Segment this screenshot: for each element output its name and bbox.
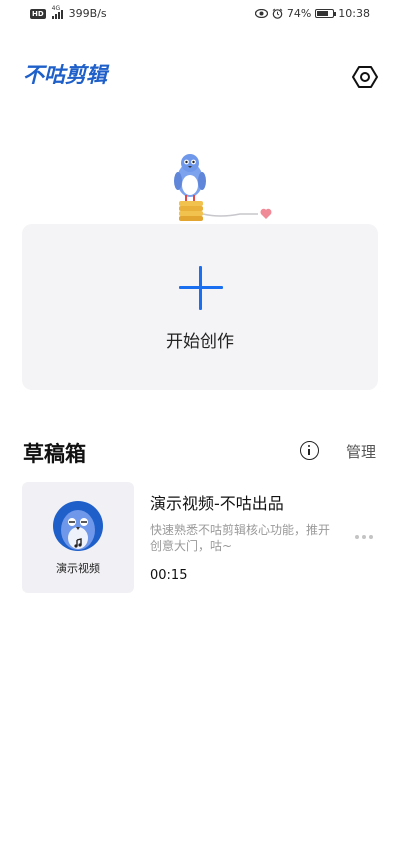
battery-percent: 74% xyxy=(286,7,312,20)
draft-title: 演示视频-不咕出品 xyxy=(150,494,284,513)
status-bar-right: 74% 10:38 xyxy=(254,7,370,20)
battery-icon xyxy=(315,9,337,18)
network-type: 4G xyxy=(51,4,61,12)
pigeon-mascot-illustration xyxy=(160,150,280,226)
status-bar: HD 4G 399B/s 74% 10:38 xyxy=(0,0,400,28)
start-create-label: 开始创作 xyxy=(166,332,234,352)
more-options-icon[interactable] xyxy=(355,532,377,542)
status-bar-left: HD 4G 399B/s xyxy=(30,5,107,20)
pigeon-avatar xyxy=(52,500,104,552)
plus-icon xyxy=(179,266,223,310)
eye-icon xyxy=(254,9,268,18)
network-speed: 399B/s xyxy=(68,7,107,20)
hd-badge: HD xyxy=(30,8,46,19)
draft-description: 快速熟悉不咕剪辑核心功能，推开创意大门，咕~ xyxy=(150,523,331,553)
thumbnail-label: 演示视频 xyxy=(56,562,100,575)
info-icon[interactable] xyxy=(300,441,319,460)
settings-button[interactable] xyxy=(352,64,378,90)
start-create-card[interactable]: 开始创作 xyxy=(22,224,378,390)
signal-icon: 4G xyxy=(51,5,63,19)
draft-item[interactable]: 演示视频 演示视频-不咕出品 快速熟悉不咕剪辑核心功能，推开创意大门，咕~ 00… xyxy=(22,482,378,594)
drafts-title: 草稿箱 xyxy=(23,442,86,466)
draft-duration: 00:15 xyxy=(150,568,188,583)
clock: 10:38 xyxy=(338,7,370,20)
app-logo: 不咕剪辑 xyxy=(23,63,107,87)
alarm-icon xyxy=(272,8,283,19)
draft-thumbnail[interactable]: 演示视频 xyxy=(22,482,134,593)
manage-button[interactable]: 管理 xyxy=(346,441,376,462)
settings-icon xyxy=(352,66,378,88)
